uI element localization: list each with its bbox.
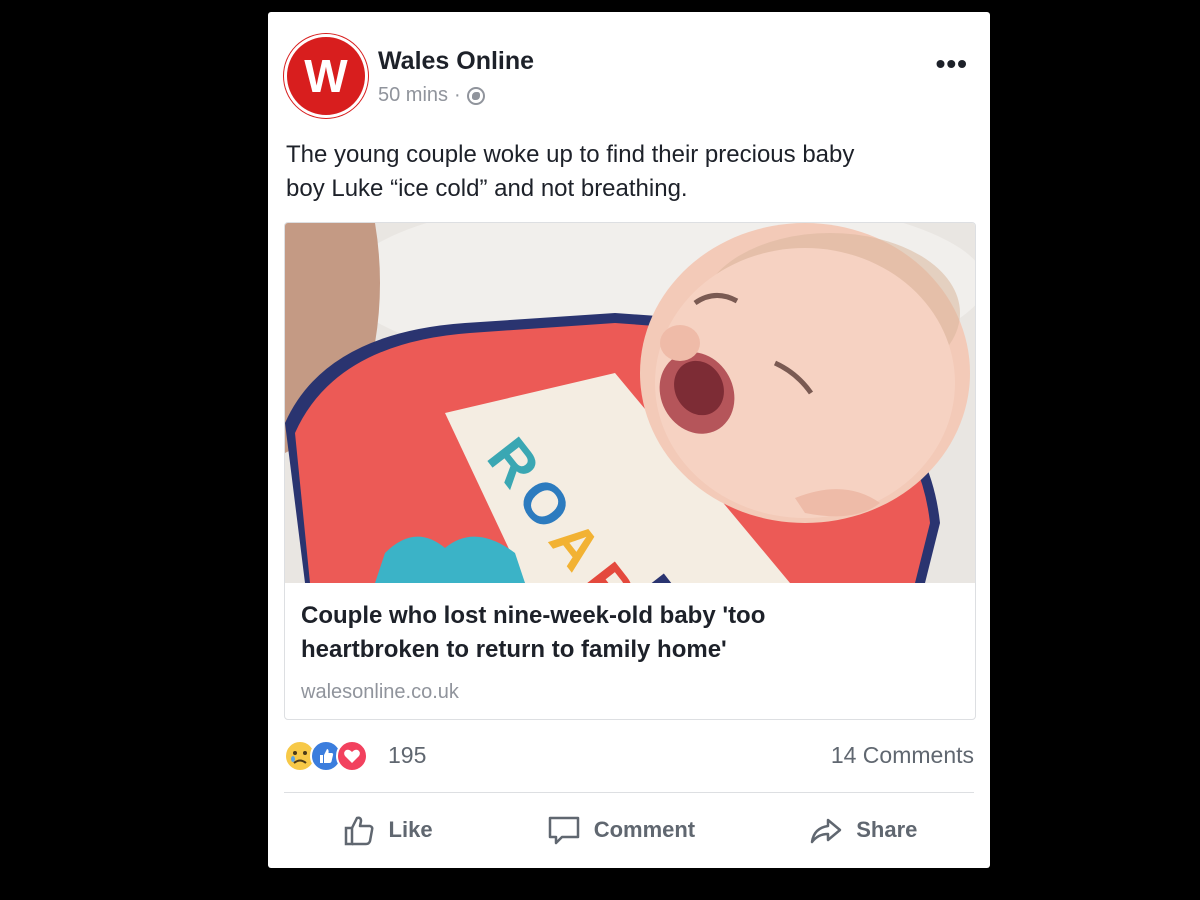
post-text-line-1: The young couple woke up to find their p… <box>286 141 855 168</box>
facebook-post-card: W Wales Online 50 mins · ••• The young c… <box>268 12 990 868</box>
love-reaction-icon <box>336 740 368 772</box>
thumbs-up-icon <box>344 816 374 846</box>
wales-online-avatar[interactable]: W <box>284 34 368 118</box>
comments-count[interactable]: 14 Comments <box>831 742 974 769</box>
baby-photo[interactable]: R O A R R <box>285 223 975 583</box>
share-icon <box>811 818 842 844</box>
share-label: Share <box>856 817 918 842</box>
globe-icon <box>466 86 485 105</box>
link-preview[interactable]: R O A R R Couple who lost nine-week-ol <box>284 222 976 720</box>
reaction-count[interactable]: 195 <box>388 742 426 769</box>
reactions-bar: 195 14 Comments <box>284 736 974 780</box>
post-text: The young couple woke up to find their p… <box>286 138 976 206</box>
post-timestamp[interactable]: 50 mins <box>378 84 448 107</box>
reaction-icons[interactable] <box>284 740 368 772</box>
link-title-line-1: Couple who lost nine-week-old baby 'too <box>301 602 766 629</box>
page-name[interactable]: Wales Online <box>378 47 534 76</box>
comment-icon <box>548 816 579 845</box>
baby-photo-illustration: R O A R R <box>285 223 975 583</box>
post-header: W Wales Online 50 mins · ••• <box>284 34 974 118</box>
link-title-line-2: heartbroken to return to family home' <box>301 636 727 663</box>
avatar-letter: W <box>304 50 348 102</box>
more-options-icon[interactable]: ••• <box>936 50 968 78</box>
comment-label: Comment <box>593 817 696 842</box>
action-divider <box>284 792 974 793</box>
link-title[interactable]: Couple who lost nine-week-old baby 'too … <box>301 599 941 667</box>
meta-separator: · <box>454 84 461 106</box>
like-label: Like <box>388 817 433 842</box>
share-button[interactable]: Share <box>808 812 917 848</box>
comment-button[interactable]: Comment <box>546 812 695 848</box>
post-meta: 50 mins · <box>378 84 485 107</box>
post-text-line-2: boy Luke “ice cold” and not breathing. <box>286 175 688 202</box>
like-button[interactable]: Like <box>341 812 433 848</box>
link-domain: walesonline.co.uk <box>301 681 459 703</box>
action-bar: Like Comment Share <box>284 808 974 852</box>
